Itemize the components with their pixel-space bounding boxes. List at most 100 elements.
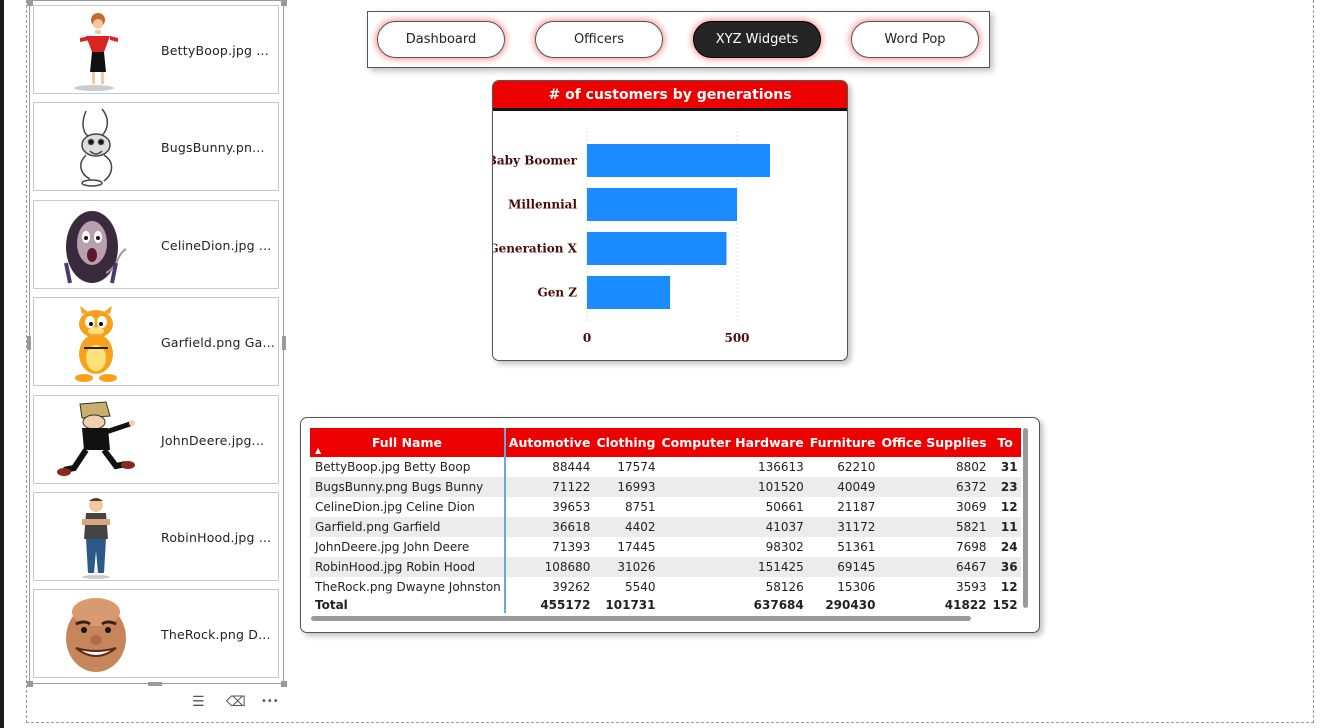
chart-x-tick-label: 0	[583, 331, 591, 345]
column-header-computer-hardware[interactable]: Computer Hardware	[658, 428, 807, 457]
chart-bar[interactable]	[587, 188, 737, 221]
column-header-office-supplies[interactable]: Office Supplies	[878, 428, 990, 457]
total-value: 41822	[944, 598, 987, 612]
chart-bar[interactable]	[587, 144, 770, 177]
resize-handle[interactable]	[27, 681, 33, 687]
table-cell-value: 50661	[765, 500, 804, 514]
table-cell-name: CelineDion.jpg Celine Dion	[310, 497, 506, 517]
sort-ascending-icon[interactable]: ▲	[315, 446, 321, 455]
slicer-item[interactable]: JohnDeere.jpg...	[33, 394, 279, 484]
table-cell-value: 23	[989, 477, 1021, 497]
table-row[interactable]: JohnDeere.jpg John Deere 71393 17445 98302 5…	[310, 537, 1021, 557]
column-header-clothing[interactable]: Clothing	[593, 428, 659, 457]
total-value: 290430	[825, 598, 876, 612]
horizontal-scrollbar[interactable]	[311, 616, 971, 621]
chart-category-label: Millennial	[508, 198, 577, 212]
robin-hood-cartoon-image	[46, 495, 146, 579]
resize-handle[interactable]	[27, 0, 33, 6]
slicer-item[interactable]: BugsBunny.pn...	[33, 102, 279, 192]
table-cell-value: 39653	[552, 500, 591, 514]
slicer-item[interactable]: BettyBoop.jpg ...	[33, 5, 279, 94]
table-cell-value: 5540	[624, 580, 656, 594]
table-cell-value: 17574	[617, 460, 656, 474]
slicer-item-label: JohnDeere.jpg...	[161, 432, 265, 448]
vertical-scrollbar[interactable]	[1023, 428, 1028, 608]
table-row[interactable]: Garfield.png Garfield 36618 4402 41037 31172…	[310, 517, 1021, 537]
filter-icon[interactable]: ☰	[192, 694, 205, 710]
bugs-bunny-image	[46, 105, 146, 189]
chart-category-label: Gen Z	[537, 286, 577, 300]
john-deere-cartoon-image	[46, 398, 146, 482]
slicer-item-label: RobinHood.jpg ...	[161, 530, 272, 545]
celine-dion-caricature-image	[46, 203, 146, 287]
table-row[interactable]: BettyBoop.jpg Betty Boop 88444 17574 136613…	[310, 457, 1021, 477]
table-cell-value: 6467	[878, 557, 990, 577]
column-header-full-name[interactable]: Full Name ▲	[310, 428, 506, 457]
column-header-total[interactable]: To	[989, 428, 1021, 457]
dashboard-button[interactable]: Dashboard	[377, 21, 505, 58]
navigation-bar: Dashboard Officers XYZ Widgets Word Pop	[367, 11, 990, 68]
slicer-item[interactable]: TheRock.png D...	[33, 589, 279, 679]
table-cell-value: 101520	[658, 477, 807, 497]
slicer-item-label: CelineDion.jpg ...	[161, 237, 272, 253]
slicer-item-label: BugsBunny.pn...	[161, 140, 265, 156]
table-cell-value: 108680	[504, 557, 594, 577]
slicer-item[interactable]: CelineDion.jpg ...	[33, 199, 279, 289]
chart-x-tick-label: 500	[724, 331, 749, 345]
column-header-furniture[interactable]: Furniture	[806, 428, 879, 457]
table-cell-value: 12	[1000, 500, 1018, 514]
resize-handle[interactable]	[27, 336, 31, 350]
chart-category-label: Baby Boomer	[493, 154, 578, 168]
resize-handle[interactable]	[281, 0, 287, 6]
generations-chart[interactable]: # of customers by generations Baby Boome…	[492, 80, 848, 361]
chart-bar[interactable]	[587, 232, 727, 265]
sales-matrix: Full Name ▲ Automotive Clothing Computer…	[310, 428, 1021, 613]
table-row[interactable]: BugsBunny.png Bugs Bunny 71122 16993 101520…	[310, 477, 1021, 497]
total-value: 101731	[605, 598, 656, 612]
table-cell-value: 8802	[955, 460, 987, 474]
word-pop-button[interactable]: Word Pop	[851, 21, 979, 58]
table-cell-value: 36618	[504, 517, 594, 537]
table-cell-name: BettyBoop.jpg Betty Boop	[310, 457, 506, 477]
table-cell-value: 31026	[593, 557, 659, 577]
table-cell-value: 11	[989, 517, 1021, 537]
table-cell-value: 51361	[837, 540, 876, 554]
table-cell-name: TheRock.png Dwayne Johnston	[310, 577, 506, 597]
bar-chart-svg: Baby Boomer Millennial Generation X Gen Z 0 5…	[493, 131, 770, 345]
xyz-widgets-button[interactable]: XYZ Widgets	[693, 21, 821, 58]
slicer-item[interactable]: RobinHood.jpg ...	[33, 492, 279, 581]
image-slicer[interactable]: BettyBoop.jpg ... BugsBunny.pn... CelineDi…	[29, 0, 284, 684]
table-cell-value: 151425	[658, 557, 807, 577]
table-cell-value: 7698	[955, 540, 987, 554]
resize-handle[interactable]	[282, 336, 286, 350]
slicer-item[interactable]: Garfield.png Ga...	[33, 297, 279, 387]
chart-bar[interactable]	[587, 276, 671, 309]
table-cell-name: RobinHood.jpg Robin Hood	[310, 557, 506, 577]
table-cell-value: 71393	[552, 540, 591, 554]
more-options-icon[interactable]: •••	[261, 696, 279, 707]
table-cell-value: 12	[1000, 580, 1018, 594]
table-row[interactable]: TheRock.png Dwayne Johnston 39262 5540 5812…	[310, 577, 1021, 597]
table-cell-value: 24	[1000, 540, 1018, 554]
table-cell-value: 39262	[552, 580, 591, 594]
table-cell-value: 69145	[806, 557, 879, 577]
slicer-item-label: BettyBoop.jpg ...	[161, 43, 269, 58]
betty-boop-image	[46, 8, 146, 92]
the-rock-caricature-image	[46, 592, 146, 676]
table-cell-value: 3593	[955, 580, 987, 594]
officers-button[interactable]: Officers	[535, 21, 663, 58]
sales-table-visual[interactable]: Full Name ▲ Automotive Clothing Computer…	[300, 417, 1040, 633]
table-cell-value: 4402	[593, 517, 659, 537]
resize-handle[interactable]	[281, 681, 287, 687]
table-cell-value: 21187	[837, 500, 876, 514]
table-row[interactable]: CelineDion.jpg Celine Dion 39653 8751 50661…	[310, 497, 1021, 517]
total-value: 152	[992, 598, 1018, 612]
eraser-icon[interactable]: ⌫	[226, 694, 246, 710]
table-cell-name: BugsBunny.png Bugs Bunny	[310, 477, 506, 497]
table-row[interactable]: RobinHood.jpg Robin Hood 108680 31026 15142…	[310, 557, 1021, 577]
table-cell-value: 6372	[878, 477, 990, 497]
column-header-automotive[interactable]: Automotive	[504, 428, 594, 457]
table-cell-value: 15306	[837, 580, 876, 594]
resize-handle[interactable]	[148, 682, 162, 686]
table-cell-value: 41037	[658, 517, 807, 537]
